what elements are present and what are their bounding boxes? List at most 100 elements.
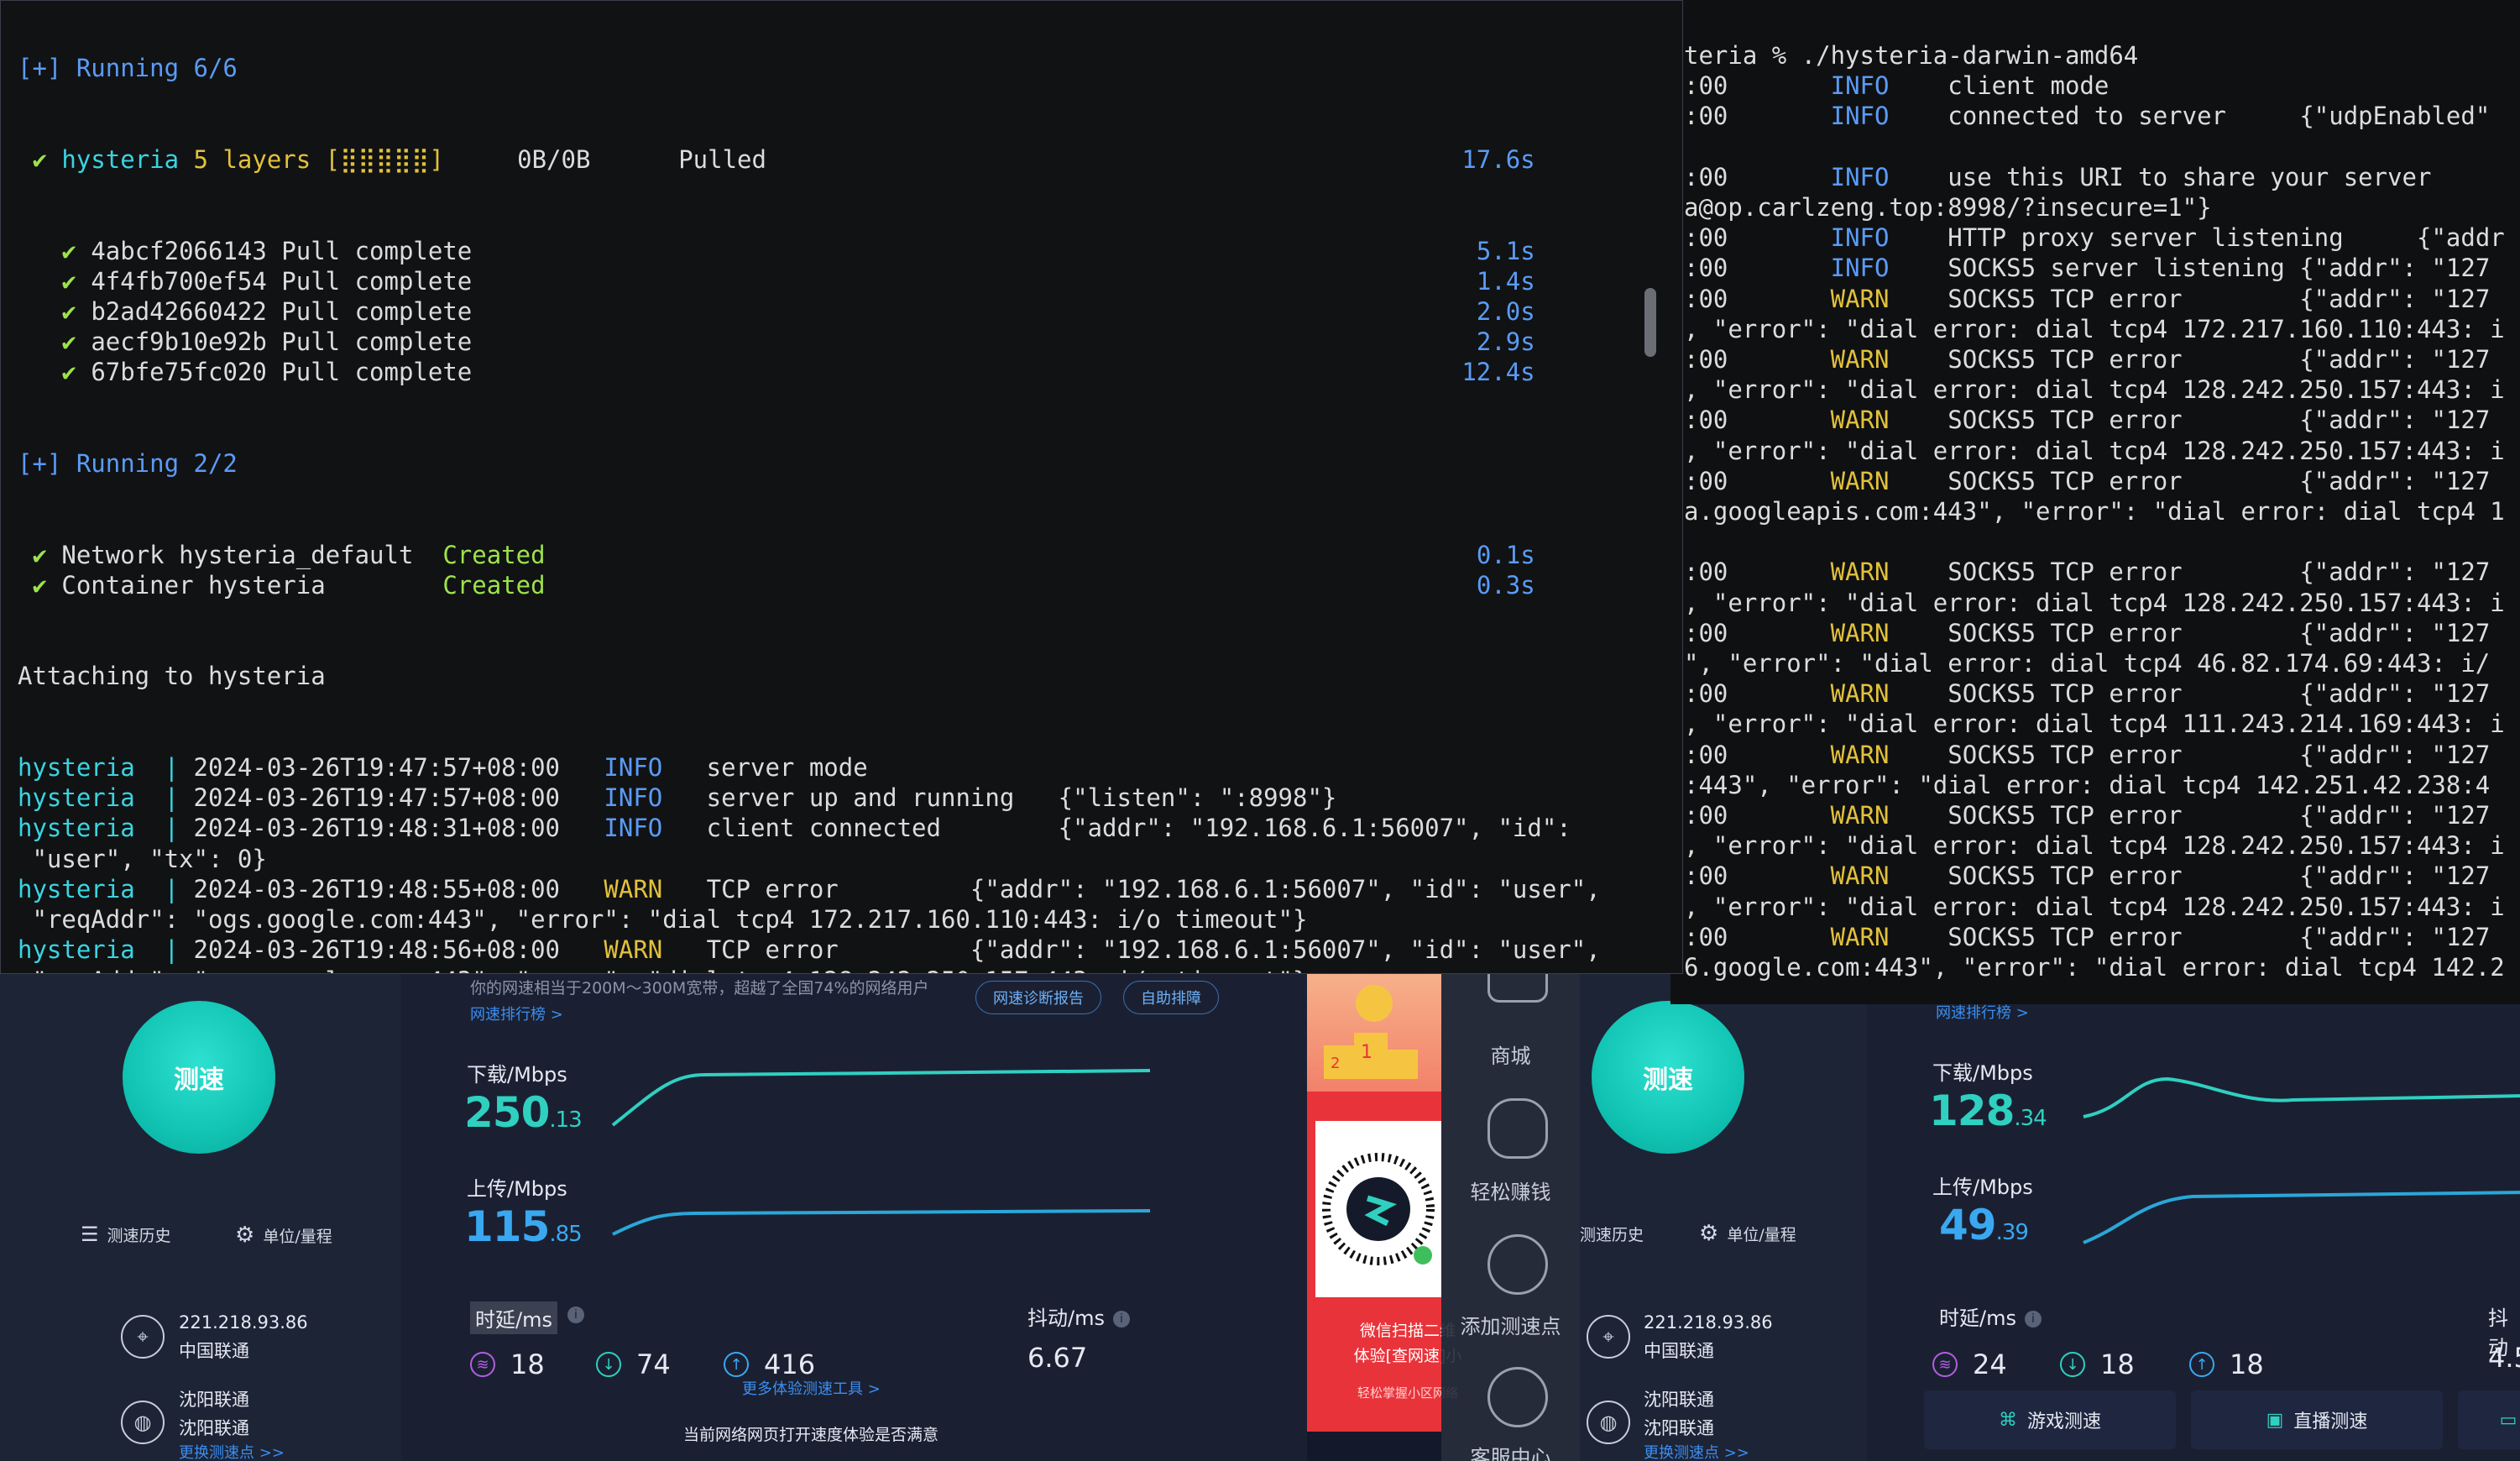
ip-info: 221.218.93.86 中国联通 [1644, 1308, 1773, 1365]
tab-game-test[interactable]: ⌘ 游戏测速 [1924, 1390, 2176, 1449]
server-info: 沈阳联通 沈阳联通 [179, 1385, 249, 1443]
log-message: client connected {"addr": "192.168.6.1:5… [662, 814, 1571, 843]
log-timestamp: 2024-03-26T19:48:56+08:00 [193, 935, 604, 965]
log-level: WARN [1830, 740, 1890, 769]
log-message: TCP error {"addr": "192.168.6.1:56007", … [662, 935, 1601, 965]
download-value: 128.34 [1929, 1087, 2047, 1135]
terminal-output: teria % ./hysteria-darwin-amd64:00 INFO … [1684, 40, 2505, 982]
log-line: , "error": "dial error: dial tcp4 128.24… [1684, 374, 2505, 405]
layer-time: 5.1s [1476, 236, 1535, 265]
log-line: :00 WARN SOCKS5 TCP error {"addr": "127 [1684, 466, 2505, 496]
download-speed-graph [611, 1069, 1150, 1127]
server-name: 沈阳联通 [1644, 1390, 1714, 1410]
log-message: SOCKS5 TCP error {"addr": "127 [1889, 284, 2491, 313]
history-button[interactable]: 测速历史 [1580, 1223, 1644, 1245]
log-timestamp: :00 [1684, 861, 1831, 891]
tools-link[interactable]: 更多体验测速工具 > [742, 1377, 881, 1399]
log-service: hysteria [18, 935, 135, 965]
layer-time: 12.4s [1461, 358, 1535, 387]
log-timestamp: :00 [1684, 345, 1831, 374]
log-line: , "error": "dial error: dial tcp4 128.24… [1684, 830, 2505, 861]
log-message: client mode [1889, 71, 2110, 101]
start-test-button[interactable]: 测速 [1592, 1001, 1744, 1154]
upload-label: 上传/Mbps [1932, 1176, 2033, 1199]
arrow-down-icon: ↓ [2060, 1352, 2085, 1377]
menu-item-add-node[interactable]: 添加测速点 [1441, 1310, 1580, 1339]
log-service: hysteria [18, 814, 135, 843]
log-line: a@op.carlzeng.top:8998/?insecure=1"} [1684, 192, 2505, 223]
log-line: :00 WARN SOCKS5 TCP error {"addr": "127 [1684, 740, 2505, 770]
isp-name: 中国联通 [1644, 1341, 1714, 1361]
terminal-window-server[interactable]: [+] Running 6/6 ✔ hysteria 5 layers [⣿⣿⣿… [0, 0, 1683, 974]
log-level: INFO [1830, 71, 1890, 101]
log-separator: | [134, 874, 194, 903]
troubleshoot-button[interactable]: 自助排障 [1123, 981, 1219, 1014]
info-icon[interactable]: i [567, 1307, 584, 1323]
unit-button[interactable]: ⚙ 单位/量程 [235, 1223, 332, 1248]
promo-panel: 1 2 微信扫描二维 体验[查网速]小 轻松掌握小区网络 商城 轻松赚钱 添加测… [1307, 966, 1580, 1461]
upload-speed-graph [612, 1209, 1150, 1236]
money-bag-icon [1487, 1098, 1548, 1159]
log-line: :00 WARN SOCKS5 TCP error {"addr": "127 [1684, 405, 2505, 435]
pull-layer-line: ✔ b2ad42660422 Pull complete 2.0s [18, 296, 1601, 327]
log-line: , "error": "dial error: dial tcp4 128.24… [1684, 436, 2505, 466]
change-server-link[interactable]: 更换测速点 >> [1644, 1441, 1749, 1461]
qr-code [1315, 1121, 1441, 1297]
layer-status: b2ad42660422 Pull complete [91, 297, 473, 327]
check-icon: ✔ [18, 266, 91, 296]
menu-item-earn[interactable]: 轻松赚钱 [1441, 1176, 1580, 1205]
log-line: teria % ./hysteria-darwin-amd64 [1684, 40, 2505, 71]
log-message: SOCKS5 TCP error {"addr": "127 [1889, 345, 2491, 374]
log-message: server up and running {"listen": ":8998"… [662, 783, 1337, 813]
log-level: WARN [1830, 922, 1890, 951]
tab-live-test[interactable]: ▣ 直播测速 [2191, 1390, 2443, 1449]
download-speed-graph [2083, 1076, 2520, 1118]
layer-time: 2.0s [1476, 297, 1535, 327]
log-message: SOCKS5 TCP error {"addr": "127 [1889, 861, 2491, 891]
info-icon[interactable]: i [1112, 1311, 1130, 1327]
speed-summary: 你的网速相当于200M～300M宽带，超越了全国74%的网络用户 [470, 979, 929, 998]
globe-icon: ◍ [121, 1401, 165, 1444]
pull-layer-line: ✔ 4f4fb700ef54 Pull complete 1.4s [18, 266, 1601, 296]
log-separator: | [134, 783, 194, 813]
download-value: 250.13 [464, 1088, 583, 1137]
log-continuation: "reqAddr": "ogs.google.com:443", "error"… [18, 905, 1308, 935]
created-status: Created [442, 570, 546, 600]
log-line: "user", "tx": 0} [18, 844, 1601, 874]
log-line: 6.google.com:443", "error": "dial error:… [1684, 952, 2505, 982]
unit-button[interactable]: ⚙ 单位/量程 [1699, 1221, 1796, 1246]
tab-more[interactable]: ▭ [2458, 1390, 2520, 1449]
terminal-window-client[interactable]: teria % ./hysteria-darwin-amd64:00 INFO … [1670, 0, 2520, 1004]
unit-label: 单位/量程 [1727, 1225, 1796, 1244]
change-server-link[interactable]: 更换测速点 >> [179, 1441, 285, 1461]
log-text: ", "error": "dial error: dial tcp4 46.82… [1684, 649, 2491, 678]
log-line: :00 WARN SOCKS5 TCP error {"addr": "127 [1684, 861, 2505, 891]
globe-icon: ◍ [1587, 1401, 1630, 1444]
menu-item-support[interactable]: 客服中心 [1441, 1441, 1580, 1461]
log-text: , "error": "dial error: dial tcp4 111.24… [1684, 710, 2505, 739]
server-info: 沈阳联通 沈阳联通 [1644, 1385, 1714, 1443]
log-level: INFO [604, 753, 663, 783]
log-level: WARN [1830, 466, 1890, 495]
check-icon: ✔ [18, 327, 91, 357]
history-button[interactable]: ☰ 测速历史 [81, 1223, 171, 1246]
report-button[interactable]: 网速诊断报告 [975, 981, 1101, 1014]
gamepad-icon: ⌘ [1998, 1409, 2017, 1431]
log-line: , "error": "dial error: dial tcp4 111.24… [1684, 709, 2505, 739]
ranking-link[interactable]: 网速排行榜 > [470, 1003, 563, 1024]
log-line: ", "error": "dial error: dial tcp4 46.82… [1684, 648, 2505, 678]
download-label: 下载/Mbps [1932, 1061, 2033, 1085]
start-test-button[interactable]: 测速 [123, 1001, 275, 1154]
log-level: WARN [1830, 558, 1890, 587]
layer-status: 67bfe75fc020 Pull complete [91, 358, 473, 387]
log-line: hysteria | 2024-03-26T19:48:31+08:00 INF… [18, 813, 1601, 843]
check-icon: ✔ [18, 540, 62, 569]
log-message: use this URI to share your server [1889, 162, 2432, 191]
menu-item-store[interactable]: 商城 [1441, 1039, 1580, 1069]
info-icon[interactable]: i [2024, 1311, 2042, 1327]
log-message: SOCKS5 server listening {"addr": "127 [1889, 254, 2491, 283]
log-line: :00 WARN SOCKS5 TCP error {"addr": "127 [1684, 678, 2505, 709]
running-header-2: [+] Running 2/2 [18, 449, 238, 479]
log-service: hysteria [18, 783, 135, 813]
terminal-scrollbar[interactable] [1644, 288, 1656, 357]
